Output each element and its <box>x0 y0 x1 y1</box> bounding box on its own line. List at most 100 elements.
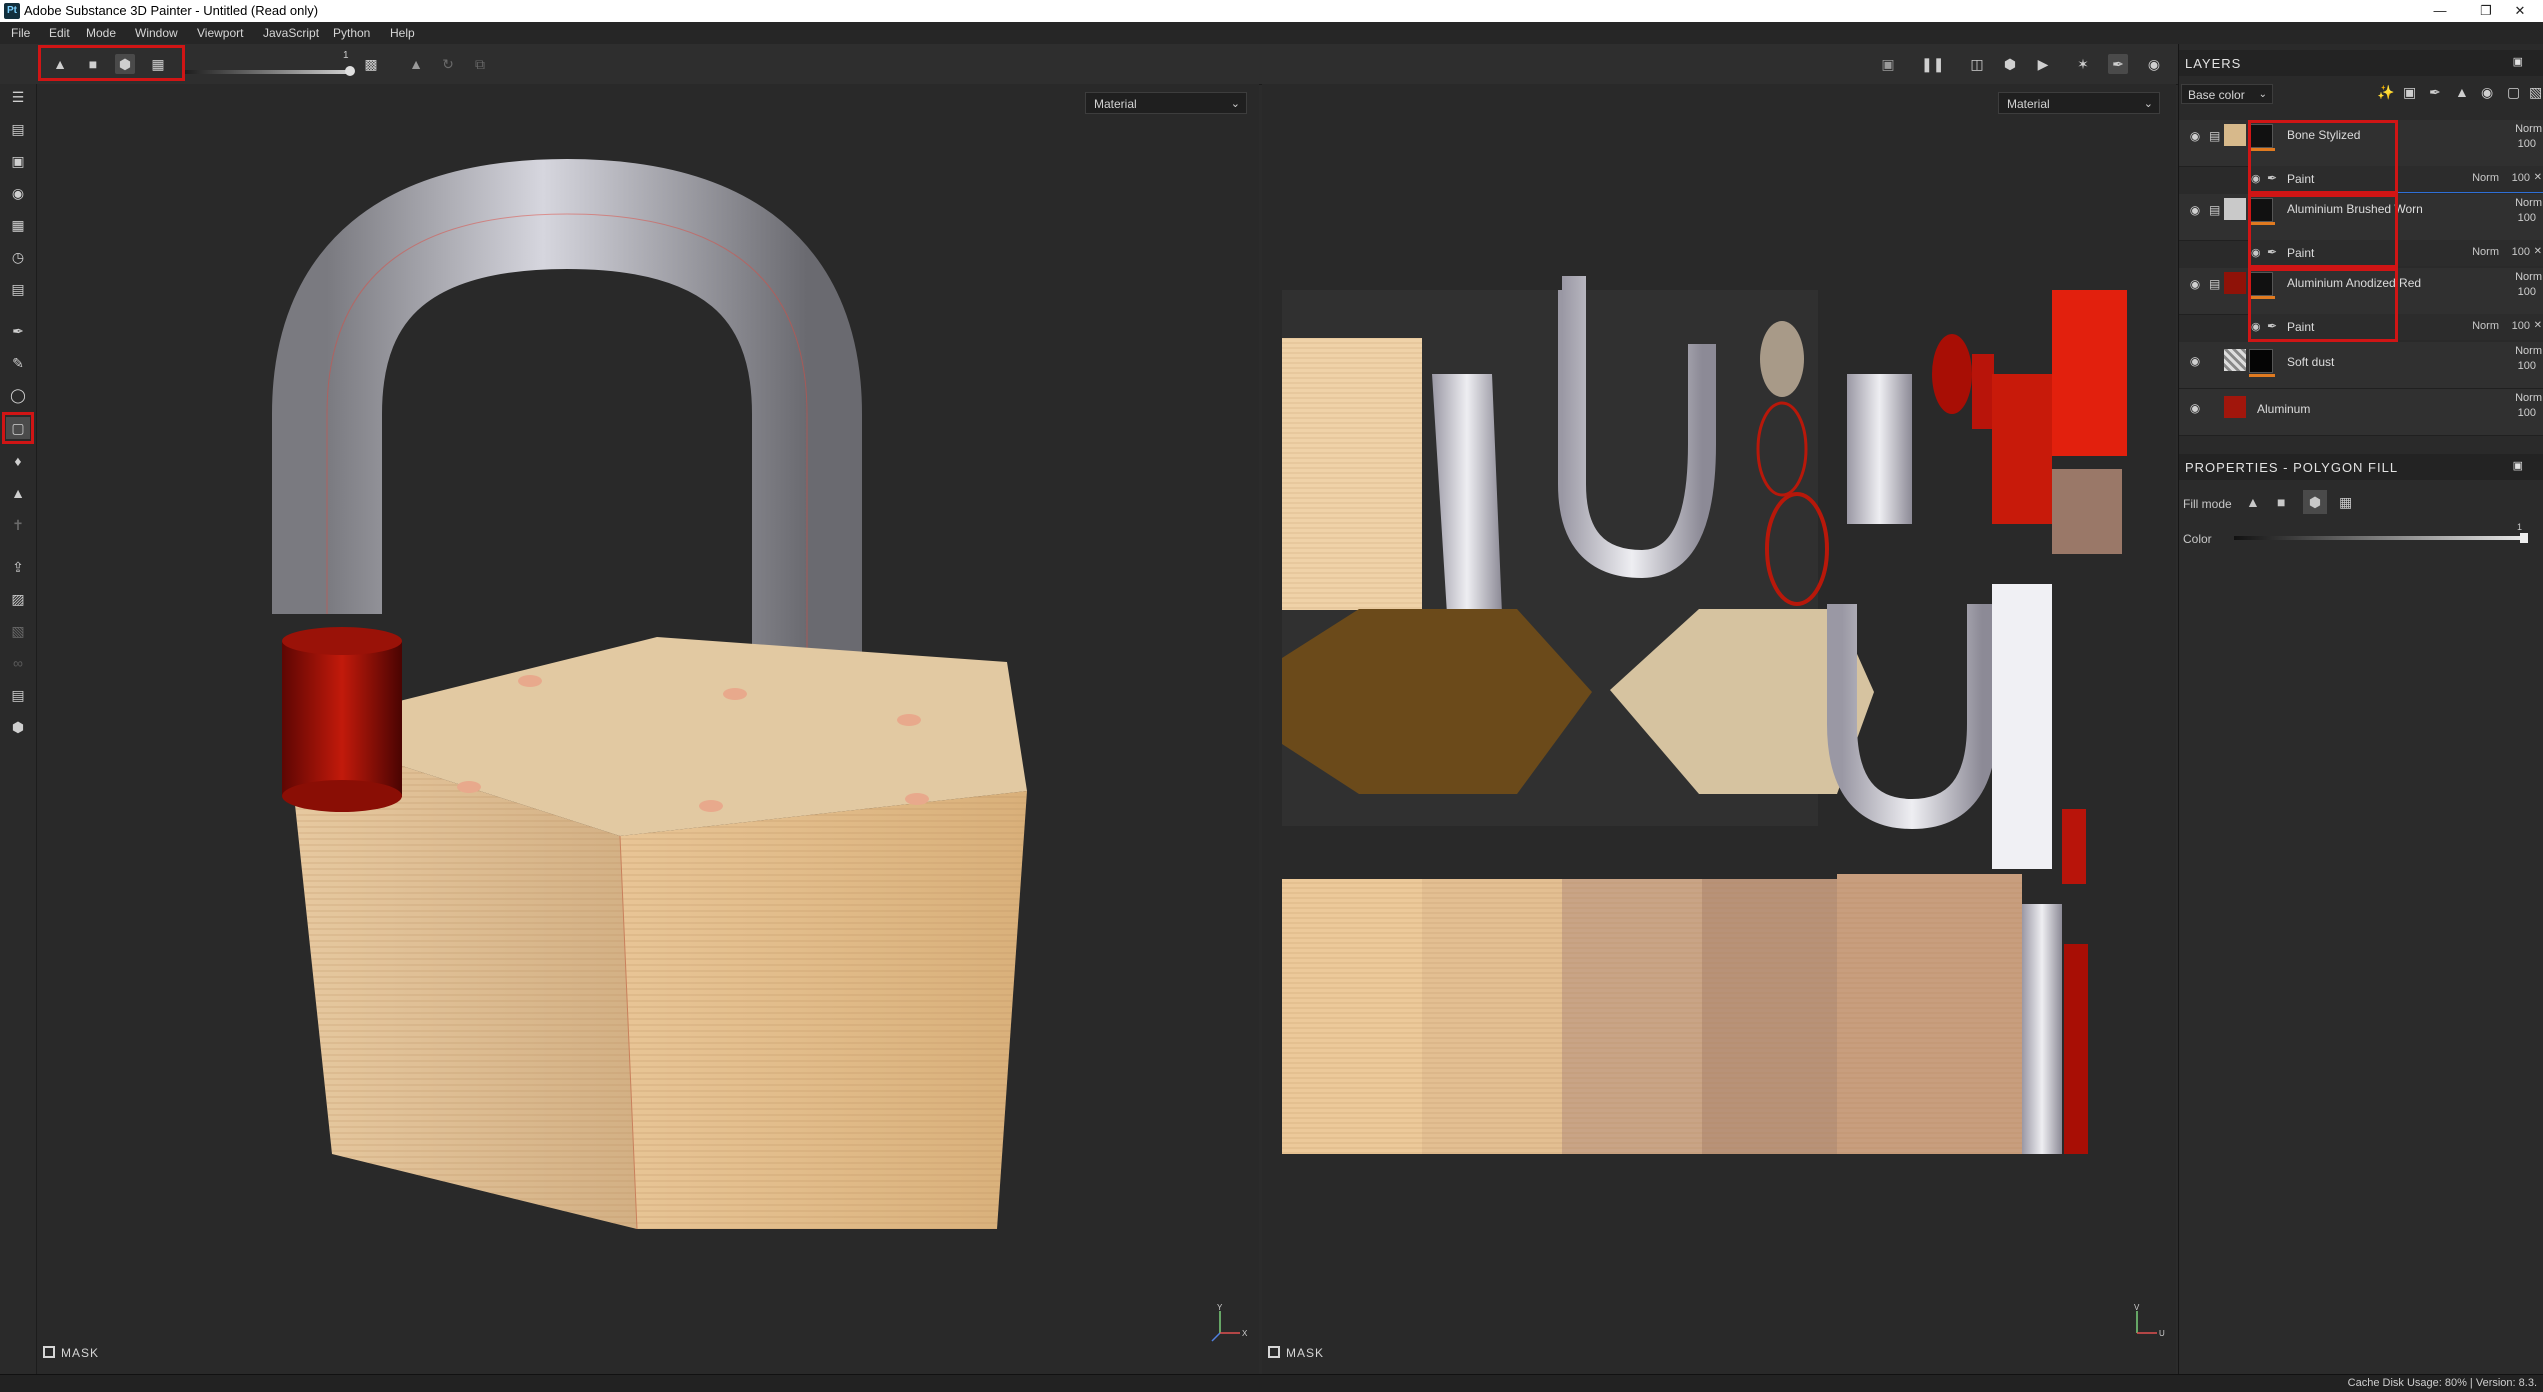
mask-toggle-3d[interactable]: MASK <box>43 1346 99 1360</box>
layer-item[interactable]: ◉ Soft dust Norm 100 <box>2179 342 2543 389</box>
random-seed-icon[interactable]: ▩ <box>361 54 381 74</box>
sublayer-opacity[interactable]: 100 <box>2512 246 2530 258</box>
clone-stamp-icon[interactable]: ▲ <box>6 482 30 504</box>
environment-icon[interactable]: ◉ <box>6 182 30 204</box>
delete-layer-icon[interactable]: ▧ <box>2529 84 2542 101</box>
menu-file[interactable]: File <box>11 26 30 40</box>
stencil-icon[interactable]: ▣ <box>1878 54 1898 74</box>
layer-opacity[interactable]: 100 <box>2518 360 2536 372</box>
layer-item[interactable]: ◉ Aluminum Norm 100 <box>2179 389 2543 436</box>
blend-mode[interactable]: Norm <box>2515 345 2542 357</box>
add-fill-layer-icon[interactable]: ▲ <box>2455 84 2469 100</box>
add-effect-icon[interactable]: ✨ <box>2377 84 2394 101</box>
undock-icon[interactable]: ▣ <box>2513 459 2524 472</box>
mesh-fill-icon[interactable]: ⬢ <box>2303 490 2327 514</box>
close-button[interactable]: ✕ <box>2497 0 2543 22</box>
menu-help[interactable]: Help <box>390 26 415 40</box>
layer-opacity[interactable]: 100 <box>2518 212 2536 224</box>
add-mask-icon[interactable]: ▣ <box>2403 84 2416 101</box>
add-folder-icon[interactable]: ▢ <box>2507 84 2520 101</box>
display-cube-icon[interactable]: ⬢ <box>2000 54 2020 74</box>
folder-open-icon: ▤ <box>2209 277 2221 291</box>
blend-mode[interactable]: Norm <box>2515 392 2542 404</box>
visibility-eye-icon[interactable]: ◉ <box>2186 278 2204 290</box>
blend-mode[interactable]: Norm <box>2515 271 2542 283</box>
layer-name: Soft dust <box>2287 355 2335 369</box>
lazy-mouse-icon[interactable]: ↻ <box>438 54 458 74</box>
texture-set-icon[interactable]: ▤ <box>6 118 30 140</box>
channel-select[interactable]: Base color ⌄ <box>2181 84 2273 104</box>
history-icon[interactable]: ◷ <box>6 246 30 268</box>
padlock-3d-model[interactable] <box>37 84 1259 1374</box>
add-paint-layer-icon[interactable]: ✒ <box>2429 84 2441 101</box>
add-smart-material-icon[interactable]: ◉ <box>2481 84 2493 101</box>
blend-mode[interactable]: Norm <box>2472 320 2499 332</box>
log-icon[interactable]: ▤ <box>6 278 30 300</box>
rivet <box>905 793 929 805</box>
visibility-eye-icon[interactable]: ◉ <box>2186 355 2204 367</box>
document-icon[interactable]: ▤ <box>6 684 30 706</box>
close-icon[interactable]: ✕ <box>2534 246 2542 257</box>
quad-fill-icon[interactable]: ■ <box>2277 494 2285 510</box>
export-icon[interactable]: ⇪ <box>6 556 30 578</box>
camera-video-icon[interactable]: ▶ <box>2033 54 2053 74</box>
display-settings-icon[interactable]: ▣ <box>6 150 30 172</box>
menu-python[interactable]: Python <box>333 26 370 40</box>
pause-render-icon[interactable]: ❚❚ <box>1921 54 1944 74</box>
layer-opacity[interactable]: 100 <box>2518 407 2536 419</box>
visibility-eye-icon[interactable]: ◉ <box>2186 204 2204 216</box>
symmetry-icon[interactable]: ▲ <box>406 54 426 74</box>
rivet <box>723 688 747 700</box>
layer-color-swatch <box>2224 396 2246 418</box>
bake-mesh-icon[interactable]: ▨ <box>6 588 30 610</box>
menu-javascript[interactable]: JavaScript <box>263 26 319 40</box>
sublayer-opacity[interactable]: 100 <box>2512 172 2530 184</box>
mask-label: MASK <box>61 1346 100 1360</box>
viewport-2d-uv[interactable]: Material ⌄ MASK V U <box>1262 84 2176 1374</box>
triangle-fill-icon[interactable]: ▲ <box>2246 494 2260 510</box>
blend-mode[interactable]: Norm <box>2515 197 2542 209</box>
sublayer-opacity[interactable]: 100 <box>2512 320 2530 332</box>
bake-icon[interactable]: ✶ <box>2073 54 2093 74</box>
close-icon[interactable]: ✕ <box>2534 172 2542 183</box>
smudge-icon[interactable]: ♦ <box>6 450 30 472</box>
color-slider-handle[interactable] <box>2520 533 2528 543</box>
package-icon[interactable]: ⬢ <box>6 716 30 738</box>
axis-gizmo-3d: Y X <box>1211 1303 1248 1342</box>
projection-icon[interactable]: ◯ <box>6 384 30 406</box>
blend-mode[interactable]: Norm <box>2472 172 2499 184</box>
minimize-button[interactable]: — <box>2417 0 2463 22</box>
close-icon[interactable]: ✕ <box>2534 320 2542 331</box>
delete-icon[interactable]: ▧ <box>6 620 30 642</box>
size-slider[interactable] <box>185 66 355 76</box>
mask-label: MASK <box>1286 1346 1325 1360</box>
uv-texture-map[interactable] <box>1262 84 2176 1374</box>
color-slider[interactable] <box>2234 533 2528 543</box>
blend-mode[interactable]: Norm <box>2515 123 2542 135</box>
blend-mode[interactable]: Norm <box>2472 246 2499 258</box>
brush-view-icon[interactable]: ✒ <box>2108 54 2128 74</box>
link-icon[interactable]: ∞ <box>6 652 30 674</box>
visibility-eye-icon[interactable]: ◉ <box>2186 130 2204 142</box>
uv-chunk-fill-icon[interactable]: ▦ <box>2339 494 2352 511</box>
menu-viewport[interactable]: Viewport <box>197 26 243 40</box>
eraser-icon[interactable]: ✎ <box>6 352 30 374</box>
screenshot-camera-icon[interactable]: ◉ <box>2144 54 2164 74</box>
visibility-eye-icon[interactable]: ◉ <box>2186 402 2204 414</box>
undock-icon[interactable]: ▣ <box>2513 55 2524 68</box>
layers-panel-icon[interactable]: ☰ <box>6 86 30 108</box>
transform-icon[interactable]: ⧉ <box>470 54 490 74</box>
layer-opacity[interactable]: 100 <box>2518 286 2536 298</box>
material-picker-icon[interactable]: ✝ <box>6 514 30 536</box>
mask-thumbnail <box>2249 349 2273 373</box>
layer-opacity[interactable]: 100 <box>2518 138 2536 150</box>
mask-toggle-2d[interactable]: MASK <box>1268 1346 1324 1360</box>
paint-brush-icon[interactable]: ✒ <box>6 320 30 342</box>
menu-edit[interactable]: Edit <box>49 26 70 40</box>
menu-window[interactable]: Window <box>135 26 178 40</box>
viewport-3d[interactable]: Material ⌄ MASK Y X <box>37 84 1259 1374</box>
shelf-icon[interactable]: ▦ <box>6 214 30 236</box>
menu-mode[interactable]: Mode <box>86 26 116 40</box>
view-mode-icon[interactable]: ◫ <box>1967 54 1987 74</box>
slider-handle[interactable] <box>345 66 355 76</box>
